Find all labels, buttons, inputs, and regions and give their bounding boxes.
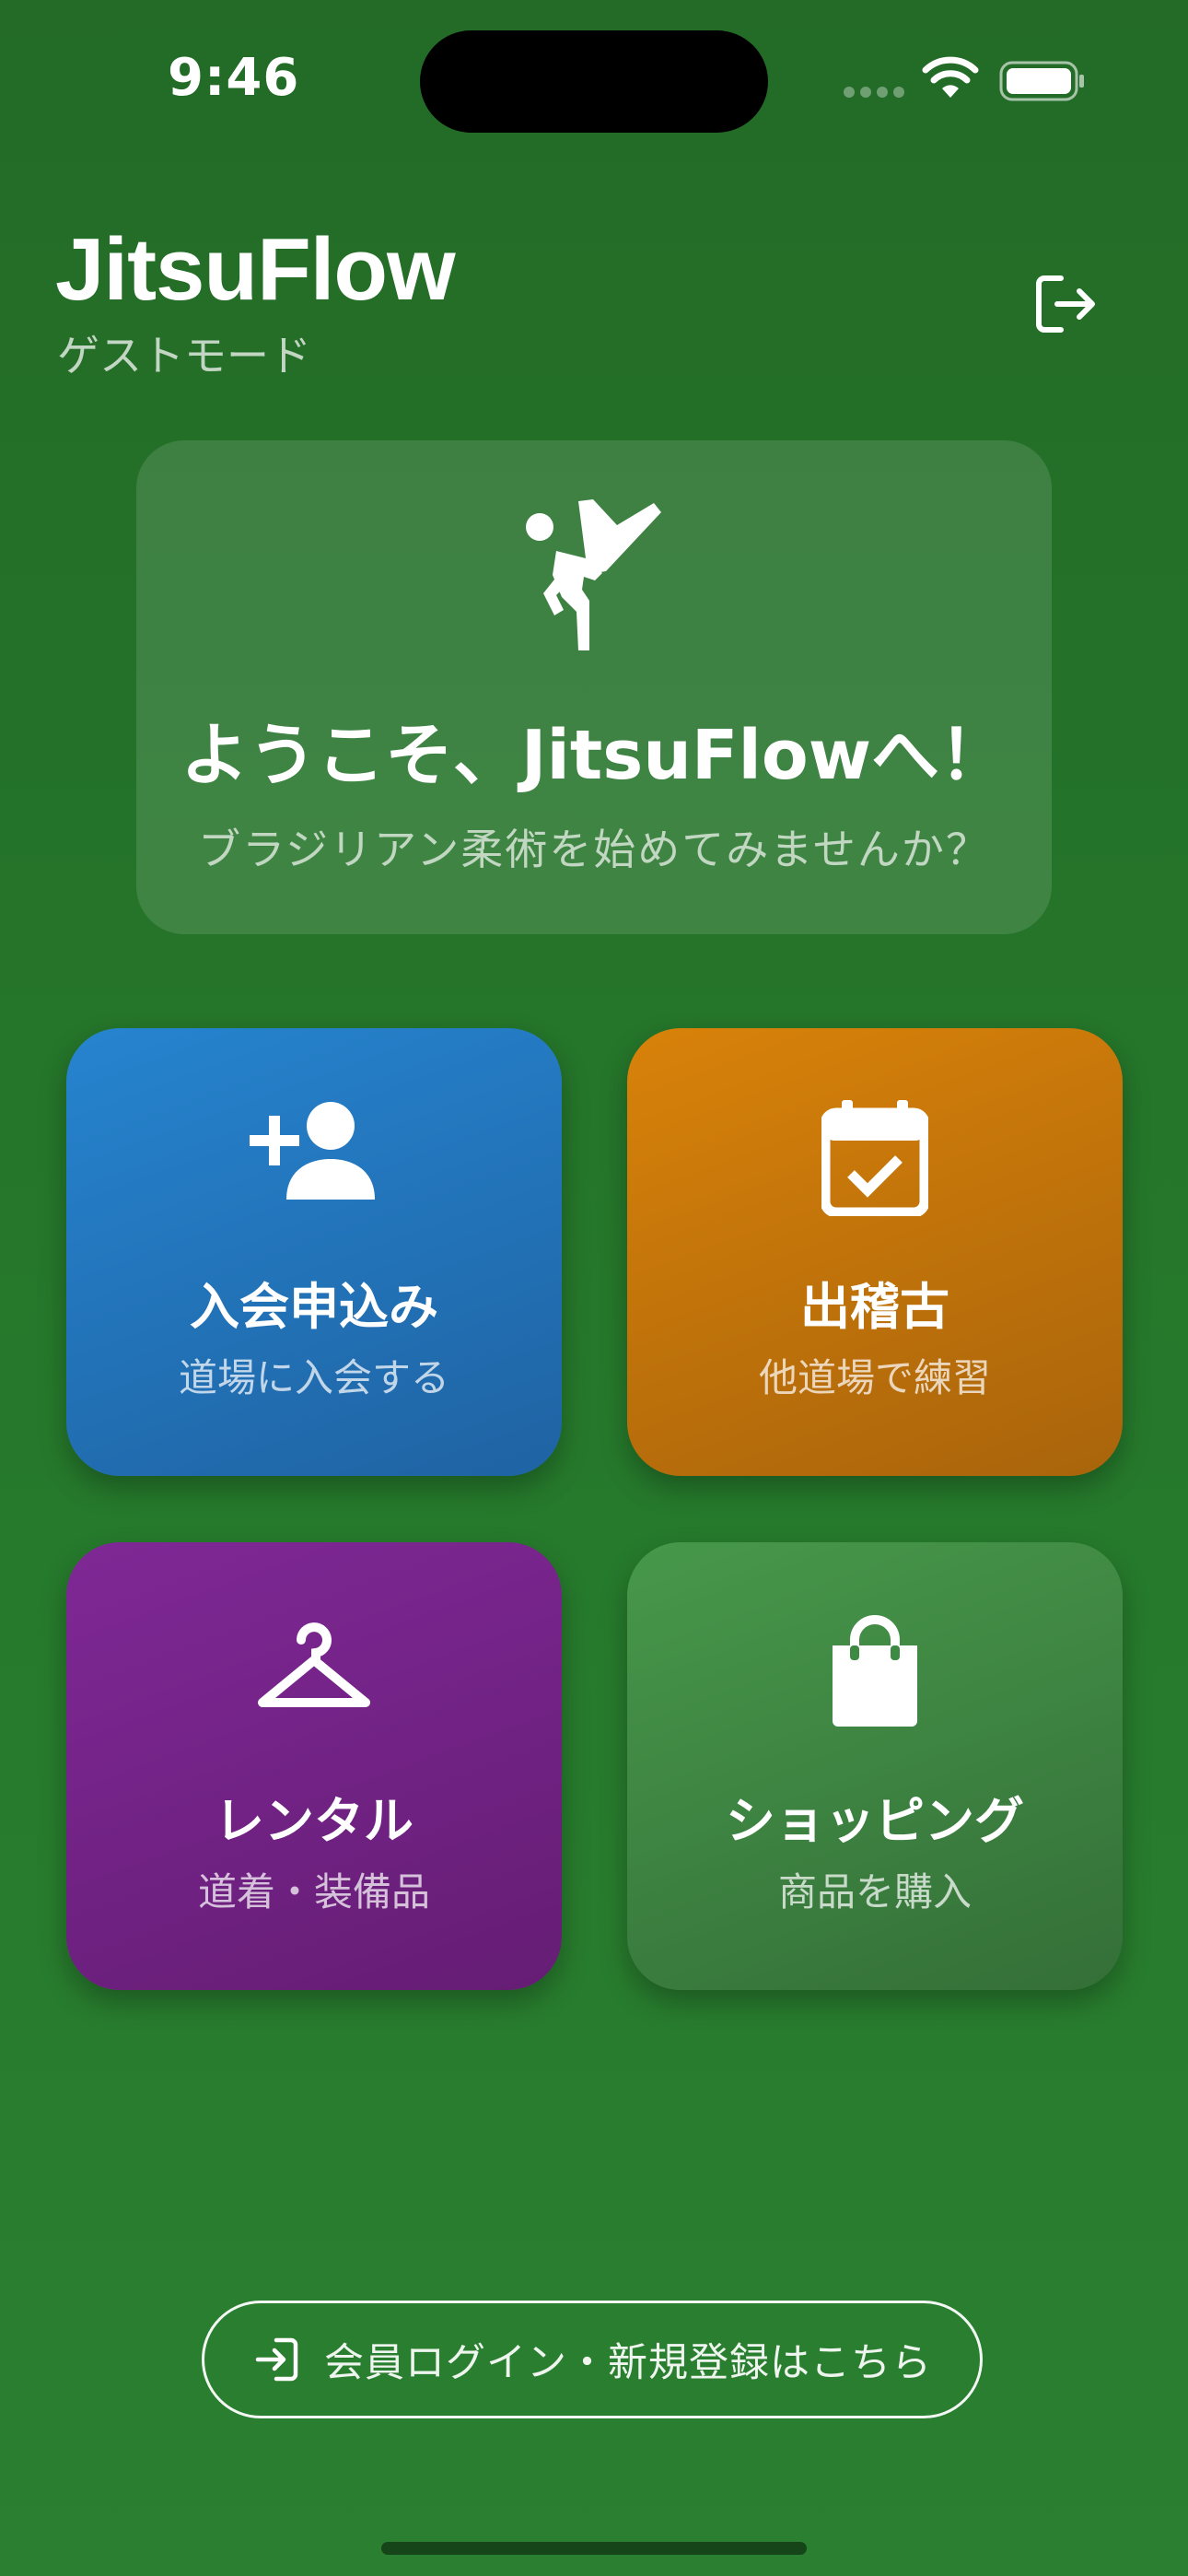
join-tile-subtitle: 道場に入会する bbox=[178, 1355, 449, 1400]
shopping-bag-icon bbox=[833, 1615, 917, 1727]
visit-training-subtitle: 他道場で練習 bbox=[758, 1355, 991, 1400]
logout-icon bbox=[1036, 275, 1095, 333]
rental-subtitle: 道着・装備品 bbox=[197, 1869, 430, 1914]
welcome-title: ようこそ、JitsuFlowへ！ bbox=[180, 716, 1008, 795]
visit-training-tile[interactable]: 出稽古 他道場で練習 bbox=[627, 1028, 1123, 1476]
wifi-icon bbox=[922, 56, 979, 98]
cellular-signal-icon bbox=[844, 87, 904, 98]
join-tile[interactable]: 入会申込み 道場に入会する bbox=[66, 1028, 562, 1476]
martial-arts-kick-icon bbox=[526, 499, 661, 650]
dynamic-island bbox=[420, 30, 768, 133]
logout-button[interactable] bbox=[1030, 267, 1103, 341]
rental-tile[interactable]: レンタル 道着・装備品 bbox=[66, 1542, 562, 1990]
calendar-check-icon bbox=[821, 1100, 928, 1216]
status-time: 9:46 bbox=[168, 48, 300, 108]
shopping-tile[interactable]: ショッピング 商品を購入 bbox=[627, 1542, 1123, 1990]
battery-icon bbox=[999, 61, 1084, 101]
welcome-card: ようこそ、JitsuFlowへ！ ブラジリアン柔術を始めてみませんか？ bbox=[136, 440, 1052, 934]
shopping-label: ショッピング bbox=[726, 1792, 1024, 1850]
login-icon bbox=[255, 2337, 298, 2382]
shopping-subtitle: 商品を購入 bbox=[777, 1869, 972, 1914]
hanger-icon bbox=[258, 1622, 370, 1707]
member-login-label: 会員ログイン・新規登録はこちら bbox=[324, 2340, 932, 2386]
welcome-subtitle: ブラジリアン柔術を始めてみませんか？ bbox=[198, 825, 990, 874]
rental-label: レンタル bbox=[215, 1792, 413, 1850]
home-indicator[interactable] bbox=[381, 2542, 807, 2555]
visit-training-label: 出稽古 bbox=[800, 1278, 949, 1336]
guest-mode-label: ゲストモード bbox=[57, 331, 311, 381]
member-login-button[interactable]: 会員ログイン・新規登録はこちら bbox=[202, 2301, 983, 2418]
join-tile-label: 入会申込み bbox=[190, 1278, 438, 1336]
app-title: JitsuFlow bbox=[55, 220, 456, 319]
person-add-icon bbox=[250, 1102, 375, 1200]
